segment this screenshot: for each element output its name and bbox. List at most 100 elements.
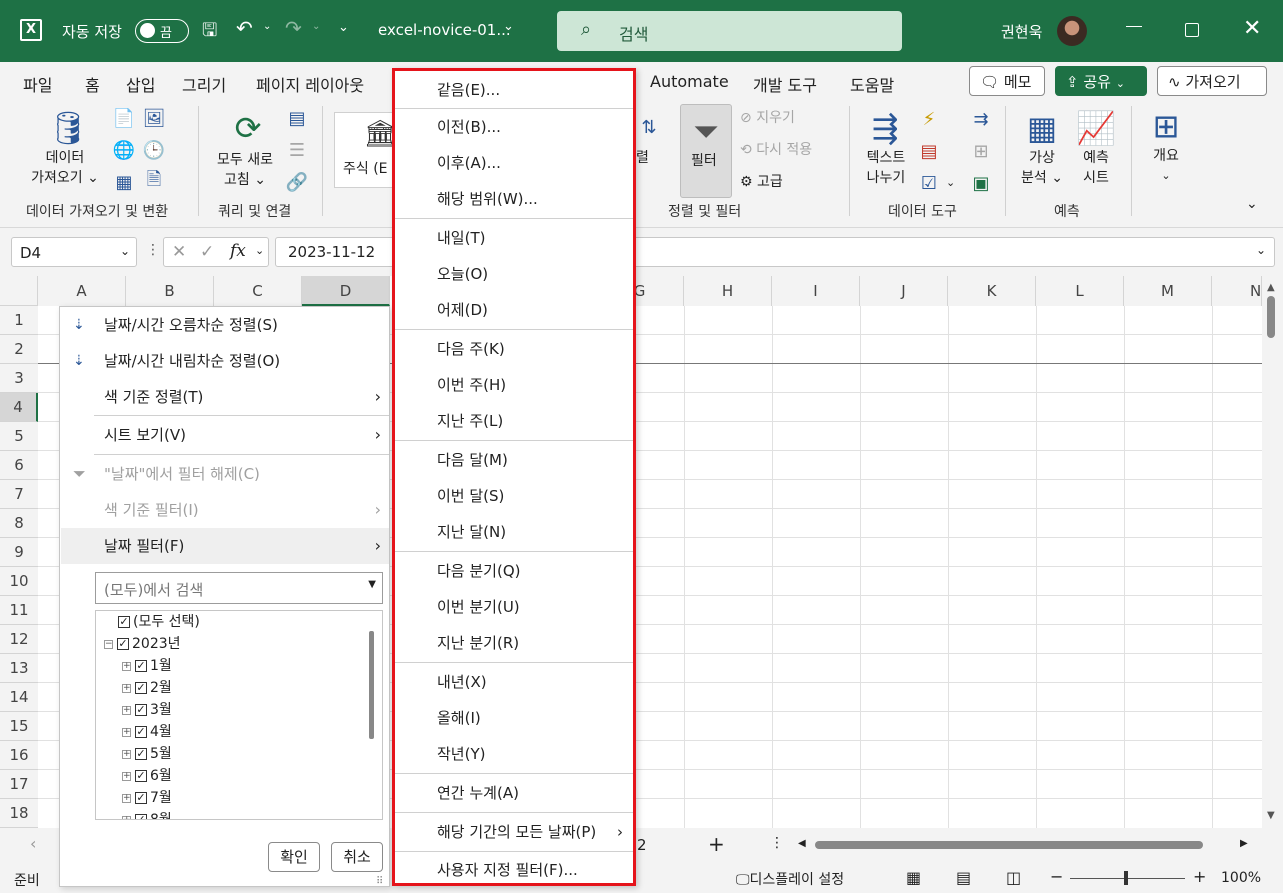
sort-by-color-item[interactable]: 색 기준 정렬(T) › bbox=[61, 379, 389, 415]
collapse-ribbon-icon[interactable]: ⌄ bbox=[1246, 196, 1258, 212]
outline-label[interactable]: 개요 bbox=[1146, 146, 1186, 166]
hscroll-right-icon[interactable]: ▶ bbox=[1240, 838, 1248, 849]
zoom-slider-thumb[interactable] bbox=[1124, 871, 1128, 885]
excel-logo-icon[interactable]: X bbox=[20, 19, 42, 41]
add-sheet-icon[interactable]: + bbox=[708, 832, 725, 856]
sheet-tab[interactable]: 2 bbox=[637, 836, 647, 854]
tab-developer[interactable]: 개발 도구 bbox=[753, 72, 817, 96]
text-to-columns-label-2[interactable]: 나누기 bbox=[860, 168, 912, 188]
redo-dropdown-icon[interactable]: ⌄ bbox=[312, 21, 320, 32]
menu-item-this-month[interactable]: 이번 달(S) bbox=[395, 478, 633, 514]
properties-icon[interactable]: ☰ bbox=[287, 140, 307, 161]
menu-item-last-week[interactable]: 지난 주(L) bbox=[395, 403, 633, 439]
row-header-3[interactable]: 3 bbox=[0, 364, 38, 393]
from-web-icon[interactable]: 🌐 bbox=[113, 140, 135, 161]
consolidate-icon[interactable]: ⇉ bbox=[970, 108, 992, 130]
enter-icon[interactable]: ✓ bbox=[200, 242, 214, 262]
refresh-all-label-2[interactable]: 고침 ⌄ bbox=[205, 170, 285, 190]
cancel-icon[interactable]: ✕ bbox=[172, 242, 186, 262]
row-header-15[interactable]: 15 bbox=[0, 712, 38, 741]
memo-button[interactable]: 🗨 메모 bbox=[969, 66, 1045, 96]
hscroll-left-icon[interactable]: ◀ bbox=[798, 838, 806, 849]
row-header-12[interactable]: 12 bbox=[0, 625, 38, 654]
menu-item-last-year[interactable]: 작년(Y) bbox=[395, 736, 633, 772]
tab-home[interactable]: 홈 bbox=[85, 72, 100, 96]
row-header-4[interactable]: 4 bbox=[0, 393, 38, 422]
undo-icon[interactable]: ↶ bbox=[236, 16, 253, 40]
row-header-16[interactable]: 16 bbox=[0, 741, 38, 770]
refresh-all-icon[interactable]: ⟳ bbox=[228, 106, 268, 150]
text-to-columns-icon[interactable]: ⇶ bbox=[865, 108, 905, 148]
col-header-k[interactable]: K bbox=[948, 276, 1036, 306]
flash-fill-icon[interactable]: ⚡ bbox=[918, 108, 940, 130]
fx-chevron-icon[interactable]: ⌄ bbox=[255, 244, 264, 257]
what-if-label[interactable]: 가상 bbox=[1022, 148, 1062, 168]
from-text-icon[interactable]: 📄 bbox=[113, 108, 135, 129]
more-icon[interactable]: ⋮ bbox=[146, 242, 160, 258]
edit-links-icon[interactable]: 🔗 bbox=[286, 172, 308, 193]
queries-icon[interactable]: ▤ bbox=[287, 108, 307, 129]
tree-item-month[interactable]: + ✓ 6월 bbox=[122, 765, 172, 787]
remove-duplicates-icon[interactable]: ▤ bbox=[918, 140, 940, 162]
undo-dropdown-icon[interactable]: ⌄ bbox=[263, 21, 271, 32]
sheet-view-item[interactable]: 시트 보기(V) › bbox=[61, 417, 389, 453]
clear-filter-button[interactable]: ⊘ 지우기 bbox=[740, 108, 795, 128]
row-header-9[interactable]: 9 bbox=[0, 538, 38, 567]
insert-function-icon[interactable]: fx bbox=[230, 241, 246, 261]
menu-item-next-month[interactable]: 다음 달(M) bbox=[395, 442, 633, 478]
col-header-c[interactable]: C bbox=[214, 276, 302, 306]
menu-item-next-year[interactable]: 내년(X) bbox=[395, 664, 633, 700]
zoom-level[interactable]: 100% bbox=[1221, 870, 1261, 886]
forecast-sheet-icon[interactable]: 📈 bbox=[1076, 108, 1116, 148]
sort-icon[interactable]: ⇅ bbox=[638, 110, 660, 144]
forecast-label[interactable]: 예측 bbox=[1076, 148, 1116, 168]
row-header-10[interactable]: 10 bbox=[0, 567, 38, 596]
share-button[interactable]: ⇪ 공유 ⌄ bbox=[1055, 66, 1147, 96]
row-header-14[interactable]: 14 bbox=[0, 683, 38, 712]
sort-descending-item[interactable]: ⇣ 날짜/시간 내림차순 정렬(O) bbox=[61, 343, 389, 379]
filter-by-color-item[interactable]: 색 기준 필터(I) › bbox=[61, 492, 389, 528]
menu-item-next-week[interactable]: 다음 주(K) bbox=[395, 331, 633, 367]
validation-chevron-icon[interactable]: ⌄ bbox=[946, 176, 955, 189]
recent-sources-icon[interactable]: 🕒 bbox=[143, 140, 165, 161]
col-header-h[interactable]: H bbox=[684, 276, 772, 306]
stocks-gallery[interactable]: 🏛 주식 (E bbox=[334, 112, 397, 188]
page-layout-view-icon[interactable]: ▤ bbox=[956, 868, 971, 887]
from-table-icon[interactable]: ▦ bbox=[114, 172, 134, 193]
row-header-13[interactable]: 13 bbox=[0, 654, 38, 683]
refresh-all-label[interactable]: 모두 새로 bbox=[205, 150, 285, 170]
resize-grip-icon[interactable]: ⠿ bbox=[376, 876, 383, 887]
what-if-label-2[interactable]: 분석 ⌄ bbox=[1014, 168, 1070, 188]
menu-item-next-quarter[interactable]: 다음 분기(Q) bbox=[395, 553, 633, 589]
user-name[interactable]: 권현욱 bbox=[1001, 21, 1042, 42]
outline-chevron-icon[interactable]: ⌄ bbox=[1146, 166, 1186, 186]
menu-item-all-dates-in-period[interactable]: 해당 기간의 모든 날짜(P) › bbox=[395, 814, 633, 850]
normal-view-icon[interactable]: ▦ bbox=[906, 868, 921, 887]
menu-item-yesterday[interactable]: 어제(D) bbox=[395, 292, 633, 328]
what-if-icon[interactable]: ▦ bbox=[1022, 108, 1062, 148]
tab-file[interactable]: 파일 bbox=[23, 72, 52, 96]
col-header-j[interactable]: J bbox=[860, 276, 948, 306]
prev-sheet-icon[interactable]: ‹ bbox=[30, 834, 36, 853]
save-icon[interactable]: 🖫 bbox=[202, 18, 217, 48]
menu-item-after[interactable]: 이후(A)... bbox=[395, 145, 633, 181]
data-model-icon[interactable]: ▣ bbox=[970, 172, 992, 194]
horizontal-scroll-thumb[interactable] bbox=[815, 841, 1203, 849]
row-header-6[interactable]: 6 bbox=[0, 451, 38, 480]
get-data-label-2[interactable]: 가져오기 ⌄ bbox=[20, 168, 110, 188]
file-name[interactable]: excel-novice-01... bbox=[378, 21, 511, 39]
menu-item-this-year[interactable]: 올해(I) bbox=[395, 700, 633, 736]
tree-item-month[interactable]: + ✓ 4월 bbox=[122, 721, 172, 743]
col-header-a[interactable]: A bbox=[38, 276, 126, 306]
filename-chevron-icon[interactable]: ⌄ bbox=[503, 19, 514, 34]
menu-item-custom-filter[interactable]: 사용자 지정 필터(F)... bbox=[395, 852, 633, 888]
name-box-chevron-icon[interactable]: ⌄ bbox=[120, 244, 130, 258]
menu-item-last-month[interactable]: 지난 달(N) bbox=[395, 514, 633, 550]
tree-item-month[interactable]: + ✓ 5월 bbox=[122, 743, 172, 765]
forecast-label-2[interactable]: 시트 bbox=[1076, 168, 1116, 188]
get-data-label[interactable]: 데이터 bbox=[20, 148, 110, 168]
menu-item-equals[interactable]: 같음(E)... bbox=[395, 72, 633, 108]
zoom-in-icon[interactable]: + bbox=[1193, 867, 1206, 886]
database-icon[interactable]: 🛢 bbox=[48, 106, 89, 150]
col-header-b[interactable]: B bbox=[126, 276, 214, 306]
